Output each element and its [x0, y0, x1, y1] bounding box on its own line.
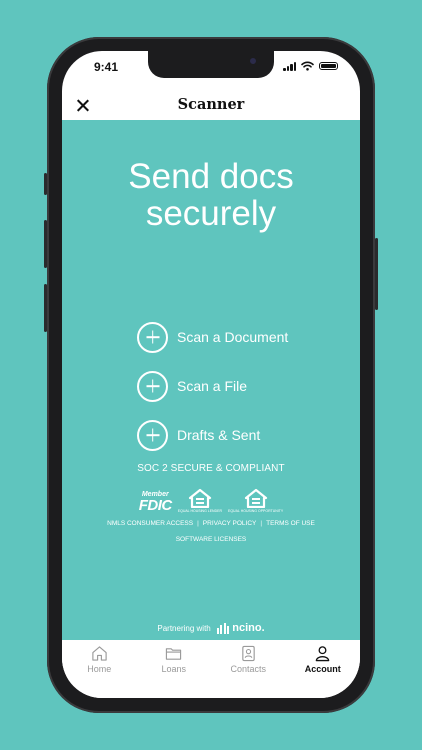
status-icons: [283, 61, 338, 71]
contacts-icon: [242, 645, 255, 662]
link-separator: |: [260, 520, 263, 527]
tab-bar: Home Loans Contacts Account: [62, 640, 360, 698]
scan-document-button[interactable]: Scan a Document: [137, 320, 288, 354]
action-label: Drafts & Sent: [177, 427, 261, 443]
page-title: Scanner: [177, 96, 245, 113]
equal-housing-lender-badge: EQUAL HOUSING LENDER: [178, 488, 222, 513]
tab-label: Loans: [161, 664, 187, 674]
camera-icon: [250, 58, 256, 64]
screen: 9:41 Scanner Send docs securely Scan a D…: [62, 51, 360, 698]
action-label: Scan a File: [177, 378, 248, 394]
ncino-wordmark: ncino.: [232, 622, 265, 634]
plus-circle-icon: [137, 370, 168, 402]
side-button: [44, 220, 47, 268]
folder-icon: [166, 648, 182, 660]
tab-contacts[interactable]: Contacts: [211, 640, 285, 698]
privacy-link[interactable]: PRIVACY POLICY: [203, 520, 257, 527]
side-button: [375, 238, 378, 310]
equal-housing-opportunity-badge: EQUAL HOUSING OPPORTUNITY: [228, 488, 283, 513]
tab-loans[interactable]: Loans: [137, 640, 211, 698]
headline-line: securely: [145, 194, 277, 233]
nav-header: Scanner: [62, 95, 360, 119]
drafts-sent-button[interactable]: Drafts & Sent: [137, 418, 288, 452]
ncino-bars-icon: [216, 622, 230, 634]
wifi-icon: [301, 61, 314, 71]
headline-line: Send docs: [128, 157, 294, 196]
legal-links: NMLS CONSUMER ACCESS | PRIVACY POLICY | …: [62, 520, 360, 543]
tab-label: Contacts: [230, 664, 267, 674]
headline: Send docs securely: [62, 158, 360, 232]
fdic-word: FDIC: [138, 497, 173, 514]
person-icon: [315, 646, 330, 662]
scan-file-button[interactable]: Scan a File: [137, 369, 288, 403]
side-button: [44, 173, 47, 195]
battery-icon: [319, 62, 338, 70]
partner-footer: Partnering with ncino.: [62, 622, 360, 634]
action-label: Scan a Document: [177, 329, 289, 345]
compliance-text: SOC 2 SECURE & COMPLIANT: [137, 463, 285, 474]
status-bar: 9:41: [62, 51, 360, 95]
tab-account[interactable]: Account: [286, 640, 360, 698]
action-list: Scan a Document Scan a File Drafts & Sen…: [137, 320, 288, 467]
tab-label: Account: [304, 664, 341, 674]
badge-caption: EQUAL HOUSING LENDER: [177, 509, 222, 513]
nmls-link[interactable]: NMLS CONSUMER ACCESS: [107, 520, 193, 527]
scanner-content: Send docs securely Scan a Document Scan …: [62, 120, 360, 640]
ncino-logo: ncino.: [216, 622, 265, 634]
plus-circle-icon: [137, 419, 168, 451]
badge-caption: EQUAL HOUSING OPPORTUNITY: [227, 509, 284, 513]
plus-circle-icon: [137, 321, 168, 353]
signal-icon: [283, 61, 296, 71]
notch: [148, 51, 274, 78]
status-time: 9:41: [94, 60, 119, 74]
equal-housing-icon: [188, 488, 211, 508]
terms-link[interactable]: TERMS OF USE: [266, 520, 315, 527]
equal-housing-icon: [244, 488, 267, 508]
home-icon: [92, 646, 107, 661]
regulatory-badges: Member FDIC EQUAL HOUSING LENDER EQUAL H…: [62, 488, 360, 513]
software-licenses-link[interactable]: SOFTWARE LICENSES: [176, 536, 247, 543]
tab-label: Home: [87, 664, 112, 674]
tab-home[interactable]: Home: [62, 640, 136, 698]
fdic-logo: Member FDIC: [138, 491, 173, 514]
link-separator: |: [197, 520, 199, 527]
partner-text: Partnering with: [157, 623, 211, 633]
side-button: [44, 284, 47, 332]
